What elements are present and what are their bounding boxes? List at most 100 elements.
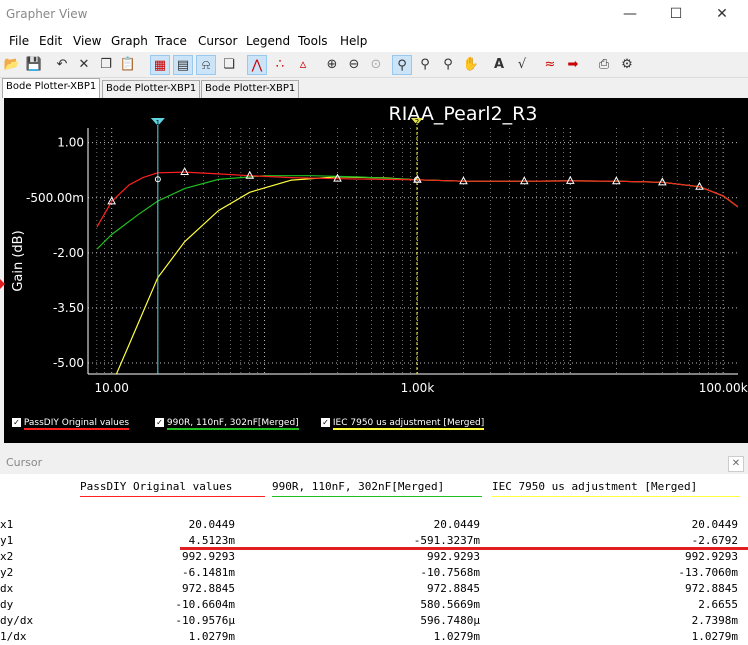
- menu-edit[interactable]: Edit: [39, 34, 62, 48]
- cursor-icon[interactable]: ⍾: [196, 55, 216, 75]
- zoom-x-icon[interactable]: ⚲: [415, 55, 435, 75]
- dots-trace-icon[interactable]: ∴: [270, 55, 290, 75]
- cursor-panel-header: Cursor ✕: [0, 452, 748, 474]
- cursor-value: 20.0449: [433, 518, 480, 531]
- y-axis-label: Gain (dB): [11, 230, 26, 291]
- column-header: PassDIY Original values: [80, 480, 233, 493]
- menu-help[interactable]: Help: [340, 34, 367, 48]
- tab-bode-3[interactable]: Bode Plotter-XBP1: [201, 80, 300, 98]
- cursor-value: -6.1481m: [182, 566, 235, 579]
- column-underline-yellow: [492, 496, 740, 497]
- text-icon[interactable]: A: [489, 55, 509, 75]
- data-marker: [180, 167, 189, 176]
- row-label-x2: x2: [0, 550, 14, 563]
- cursor-value: 596.7480µ: [420, 614, 480, 627]
- x-tick-label: 1.00k: [401, 381, 435, 395]
- checkbox-icon[interactable]: ✓: [12, 418, 21, 427]
- tab-bar: Bode Plotter-XBP1 Bode Plotter-XBP1 Bode…: [0, 78, 748, 98]
- open-icon[interactable]: 📂: [2, 55, 22, 75]
- legend-icon[interactable]: ▤: [173, 55, 193, 75]
- x-tick-label: 100.00k: [699, 381, 748, 395]
- row-label-dx: dx: [0, 582, 14, 595]
- export-icon[interactable]: ➡: [563, 55, 583, 75]
- cursor-value: 20.0449: [188, 518, 235, 531]
- tab-bode-1[interactable]: Bode Plotter-XBP1: [2, 78, 101, 98]
- row-label-dy: dy: [0, 598, 14, 611]
- cursor-value: -591.3237m: [413, 534, 480, 547]
- menu-trace[interactable]: Trace: [155, 34, 187, 48]
- cursor-value: 992.9293: [427, 550, 480, 563]
- zoom-reset-icon[interactable]: ⊙: [366, 55, 386, 75]
- maximize-button[interactable]: ☐: [654, 4, 698, 26]
- cursor-value: 972.8845: [685, 582, 738, 595]
- cursor-value: 2.6655: [698, 598, 738, 611]
- title-bar: Grapher View — ☐ ✕: [0, 0, 748, 30]
- undo-icon[interactable]: ↶: [52, 55, 72, 75]
- cursor-1-number: 1: [156, 119, 160, 127]
- checkbox-icon[interactable]: ✓: [321, 418, 330, 427]
- menu-cursor[interactable]: Cursor: [198, 34, 237, 48]
- print-icon[interactable]: ⎙: [594, 55, 614, 75]
- cursor-value: 580.5669m: [420, 598, 480, 611]
- y-tick-label: -5.00: [53, 356, 84, 370]
- column-header: 990R, 110nF, 302nF[Merged]: [272, 480, 445, 493]
- copy-icon[interactable]: ❐: [96, 55, 116, 75]
- close-button[interactable]: ✕: [700, 4, 744, 26]
- close-icon[interactable]: ✕: [728, 456, 744, 472]
- toolbar: 📂 💾 ↶ ✕ ❐ 📋 ▦ ▤ ⍾ ❏ ⋀ ∴ ▵ ⊕ ⊖ ⊙ ⚲ ⚲ ⚲ ✋ …: [0, 52, 748, 78]
- menu-view[interactable]: View: [73, 34, 101, 48]
- trace-marker-icon: [0, 279, 5, 289]
- cursor-value: 20.0449: [691, 518, 738, 531]
- cursor-value: -10.9576µ: [175, 614, 235, 627]
- row-label-1dx: 1/dx: [0, 630, 27, 643]
- legend-item-green[interactable]: ✓ 990R, 110nF, 302nF[Merged]: [155, 418, 299, 430]
- cursor-value: 972.8845: [182, 582, 235, 595]
- legend-item-yellow[interactable]: ✓ IEC 7950 us adjustment [Merged]: [321, 418, 485, 430]
- tab-bode-2[interactable]: Bode Plotter-XBP1: [102, 80, 201, 98]
- bode-plot[interactable]: 1.00 -500.00m -2.00 -3.50 -5.00 10.00 1.00k 100…: [0, 98, 748, 443]
- cursor-value: 1.0279m: [433, 630, 480, 643]
- paste-icon[interactable]: 📋: [118, 55, 138, 75]
- cut-icon[interactable]: ✕: [74, 55, 94, 75]
- pan-icon[interactable]: ✋: [461, 55, 481, 75]
- label-icon[interactable]: √: [512, 55, 532, 75]
- properties-icon[interactable]: ⚙: [617, 55, 637, 75]
- cursor-2-number: 2: [415, 118, 419, 126]
- cursor-value: -13.7060m: [678, 566, 738, 579]
- checkbox-icon[interactable]: ✓: [155, 418, 164, 427]
- data-marker: [658, 177, 667, 186]
- row-label-x1: x1: [0, 518, 14, 531]
- menu-legend[interactable]: Legend: [246, 34, 290, 48]
- trace-compare-icon[interactable]: ≈: [540, 55, 560, 75]
- markers-trace-icon[interactable]: ▵: [293, 55, 313, 75]
- minimize-button[interactable]: —: [608, 4, 652, 26]
- cursor-value: 1.0279m: [691, 630, 738, 643]
- menu-file[interactable]: File: [9, 34, 29, 48]
- row-label-y1: y1: [0, 534, 14, 547]
- cursor-value: 4.5123m: [188, 534, 235, 547]
- overlay-icon[interactable]: ❏: [219, 55, 239, 75]
- zoom-area-icon[interactable]: ⚲: [392, 55, 412, 75]
- zoom-in-icon[interactable]: ⊕: [322, 55, 342, 75]
- cursor-value: 972.8845: [427, 582, 480, 595]
- grid-icon[interactable]: ▦: [150, 55, 170, 75]
- window-title: Grapher View: [6, 7, 88, 21]
- save-icon[interactable]: 💾: [24, 55, 44, 75]
- row-label-y2: y2: [0, 566, 14, 579]
- menu-graph[interactable]: Graph: [111, 34, 148, 48]
- column-header: IEC 7950 us adjustment [Merged]: [492, 480, 698, 493]
- legend-item-red[interactable]: ✓ PassDIY Original values: [12, 418, 130, 430]
- y-tick-label: -2.00: [53, 246, 84, 260]
- column-underline-red: [80, 496, 265, 497]
- cursor-value: 992.9293: [182, 550, 235, 563]
- cursor-table: PassDIY Original values 990R, 110nF, 302…: [0, 474, 748, 645]
- cursor-value: 992.9293: [685, 550, 738, 563]
- y-tick-label: 1.00: [57, 136, 84, 150]
- zoom-out-icon[interactable]: ⊖: [344, 55, 364, 75]
- zoom-y-icon[interactable]: ⚲: [438, 55, 458, 75]
- menu-tools[interactable]: Tools: [298, 34, 328, 48]
- cursor-value: -10.7568m: [420, 566, 480, 579]
- cursor-value: -2.6792: [691, 534, 738, 547]
- line-trace-icon[interactable]: ⋀: [247, 55, 267, 75]
- y-tick-label: -500.00m: [26, 191, 84, 205]
